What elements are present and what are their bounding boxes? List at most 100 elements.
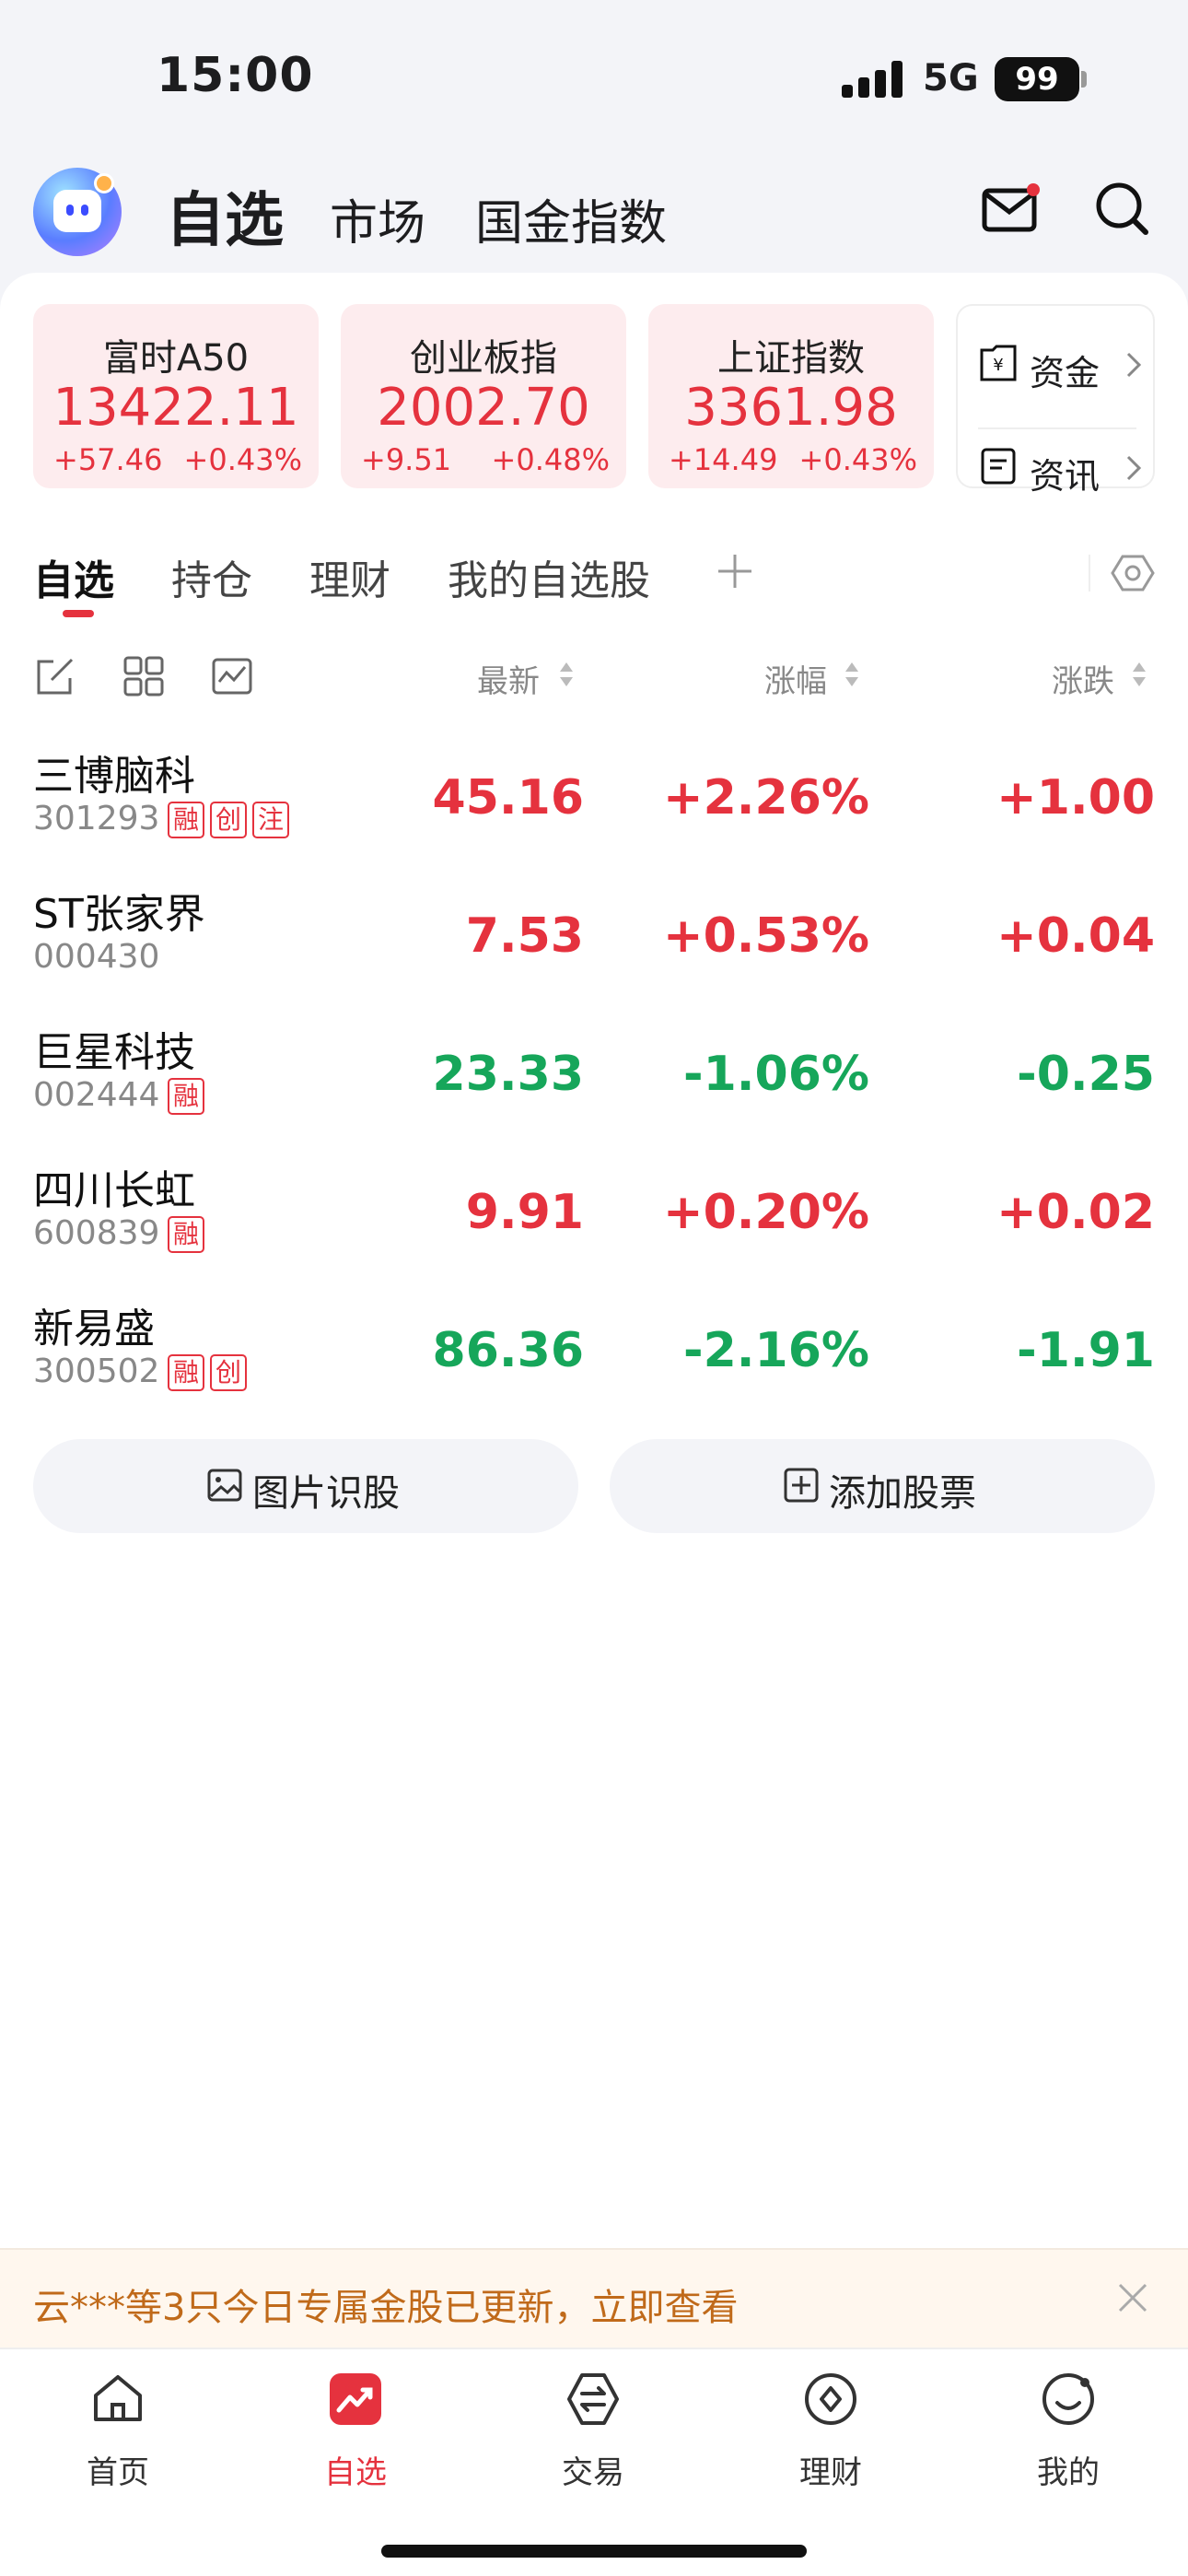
chinext-tag: 创 <box>210 802 247 838</box>
stock-code: 000430 <box>33 938 160 976</box>
assistant-logo-icon[interactable] <box>33 168 122 256</box>
promo-text: 云***等3只今日专属金股已更新，立即查看 <box>33 2287 739 2329</box>
stock-price: 45.16 <box>432 770 584 825</box>
search-icon[interactable] <box>1092 179 1151 238</box>
image-recognition-button[interactable]: 图片识股 <box>33 1439 578 1533</box>
margin-tag: 融 <box>168 802 204 838</box>
stock-change: -1.91 <box>1017 1323 1155 1378</box>
tabbar-home[interactable]: 首页 <box>53 2366 182 2495</box>
stock-tags: 融 <box>168 1216 210 1257</box>
add-box-icon <box>784 1468 819 1503</box>
margin-tag: 融 <box>168 1216 204 1253</box>
tabbar-label: 交易 <box>562 2454 624 2491</box>
close-icon[interactable] <box>1116 2281 1149 2314</box>
fund-icon: ¥ <box>980 345 1017 381</box>
tabbar-wealth[interactable]: 理财 <box>766 2366 895 2495</box>
stock-row[interactable]: 四川长虹 600839 融 9.91 +0.20% +0.02 <box>0 1144 1188 1282</box>
chart-view-icon[interactable] <box>210 654 254 698</box>
news-link[interactable]: 资讯 <box>978 440 1144 497</box>
header-tab-market[interactable]: 市场 <box>330 184 425 253</box>
stock-name: 四川长虹 <box>33 1167 195 1214</box>
tabbar-label: 我的 <box>1037 2454 1100 2491</box>
stock-tags: 融创 <box>168 1354 252 1395</box>
stock-name: 新易盛 <box>33 1306 155 1352</box>
sort-icon[interactable] <box>1131 660 1147 689</box>
tab-holdings[interactable]: 持仓 <box>171 547 252 606</box>
network-type: 5G <box>923 57 979 100</box>
tabbar-label: 首页 <box>87 2454 149 2491</box>
index-value: 2002.70 <box>377 378 590 438</box>
sort-icon[interactable] <box>844 660 860 689</box>
margin-tag: 融 <box>168 1354 204 1391</box>
header-tab-guojin-index[interactable]: 国金指数 <box>475 184 667 253</box>
tabbar-trade[interactable]: 交易 <box>529 2366 658 2495</box>
edit-icon[interactable] <box>33 654 77 698</box>
stock-price: 23.33 <box>432 1047 584 1102</box>
active-tab-indicator <box>63 610 94 617</box>
wealth-icon <box>805 2373 856 2425</box>
tabbar-label: 理财 <box>799 2454 862 2491</box>
index-value: 3361.98 <box>684 378 898 438</box>
news-icon <box>981 448 1016 485</box>
index-card-ftse-a50[interactable]: 富时A50 13422.11 +57.46 +0.43% <box>33 304 319 488</box>
stock-name: ST张家界 <box>33 891 205 938</box>
registration-tag: 注 <box>252 802 289 838</box>
stock-change-pct: +0.20% <box>663 1185 869 1240</box>
stock-row[interactable]: ST张家界 000430 7.53 +0.53% +0.04 <box>0 868 1188 1006</box>
stock-change: +0.04 <box>996 908 1155 964</box>
column-latest[interactable]: 最新 <box>477 656 540 701</box>
tabbar-profile[interactable]: 我的 <box>1004 2366 1133 2495</box>
quick-links-card: ¥ 资金 资讯 <box>956 304 1155 497</box>
stock-change-pct: -2.16% <box>683 1323 869 1378</box>
tabbar-watchlist[interactable]: 自选 <box>291 2366 420 2495</box>
sort-icon[interactable] <box>558 660 575 689</box>
battery-tip <box>1081 71 1087 88</box>
profile-icon <box>1042 2373 1094 2425</box>
margin-tag: 融 <box>168 1078 204 1115</box>
grid-view-icon[interactable] <box>122 654 166 698</box>
stock-change-pct: -1.06% <box>683 1047 869 1102</box>
index-change: +57.46 <box>53 442 163 477</box>
index-name: 富时A50 <box>102 337 250 380</box>
index-name: 上证指数 <box>717 337 865 380</box>
index-card-chinext[interactable]: 创业板指 2002.70 +9.51 +0.48% <box>341 304 626 488</box>
home-indicator[interactable] <box>381 2545 807 2558</box>
stock-row[interactable]: 新易盛 300502 融创 86.36 -2.16% -1.91 <box>0 1282 1188 1421</box>
signal-icon <box>842 61 903 98</box>
stock-row[interactable]: 巨星科技 002444 融 23.33 -1.06% -0.25 <box>0 1006 1188 1144</box>
battery-icon: 99 <box>995 57 1079 101</box>
tab-wealth[interactable]: 理财 <box>309 547 390 606</box>
fund-link[interactable]: ¥ 资金 <box>978 337 1144 393</box>
column-change-pct[interactable]: 涨幅 <box>764 656 827 701</box>
stock-price: 9.91 <box>465 1185 584 1240</box>
status-bar: 15:00 5G 99 <box>0 0 1188 157</box>
svg-text:¥: ¥ <box>993 356 1003 375</box>
fund-label: 资金 <box>1030 353 1101 393</box>
index-pct: +0.48% <box>491 442 610 477</box>
column-change[interactable]: 涨跌 <box>1052 656 1114 701</box>
watchlist-icon <box>330 2373 381 2425</box>
add-group-plus-icon[interactable] <box>715 551 755 591</box>
promo-banner[interactable]: 云***等3只今日专属金股已更新，立即查看 <box>0 2248 1188 2348</box>
tab-my-watchlist[interactable]: 我的自选股 <box>448 547 650 606</box>
stock-code: 301293 <box>33 800 160 837</box>
settings-icon[interactable] <box>1111 551 1155 595</box>
tab-watchlist[interactable]: 自选 <box>33 547 114 606</box>
stock-tags: 融 <box>168 1078 210 1118</box>
add-stock-label: 添加股票 <box>829 1472 976 1515</box>
stock-row[interactable]: 三博脑科 301293 融创注 45.16 +2.26% +1.00 <box>0 730 1188 868</box>
add-stock-button[interactable]: 添加股票 <box>610 1439 1155 1533</box>
home-icon <box>94 2375 142 2421</box>
stock-change: -0.25 <box>1017 1047 1155 1102</box>
divider <box>978 427 1136 429</box>
index-value: 13422.11 <box>52 378 299 438</box>
mail-icon[interactable] <box>982 182 1041 234</box>
bottom-tab-bar: 首页 自选 交易 理财 我的 <box>0 2348 1188 2576</box>
index-name: 创业板指 <box>410 337 557 380</box>
header-tab-watchlist[interactable]: 自选 <box>166 173 284 258</box>
divider <box>1089 555 1090 591</box>
content-panel: 富时A50 13422.11 +57.46 +0.43% 创业板指 2002.7… <box>0 273 1188 2248</box>
stock-price: 86.36 <box>432 1323 584 1378</box>
stock-tags: 融创注 <box>168 802 295 842</box>
index-card-sse[interactable]: 上证指数 3361.98 +14.49 +0.43% <box>648 304 934 488</box>
